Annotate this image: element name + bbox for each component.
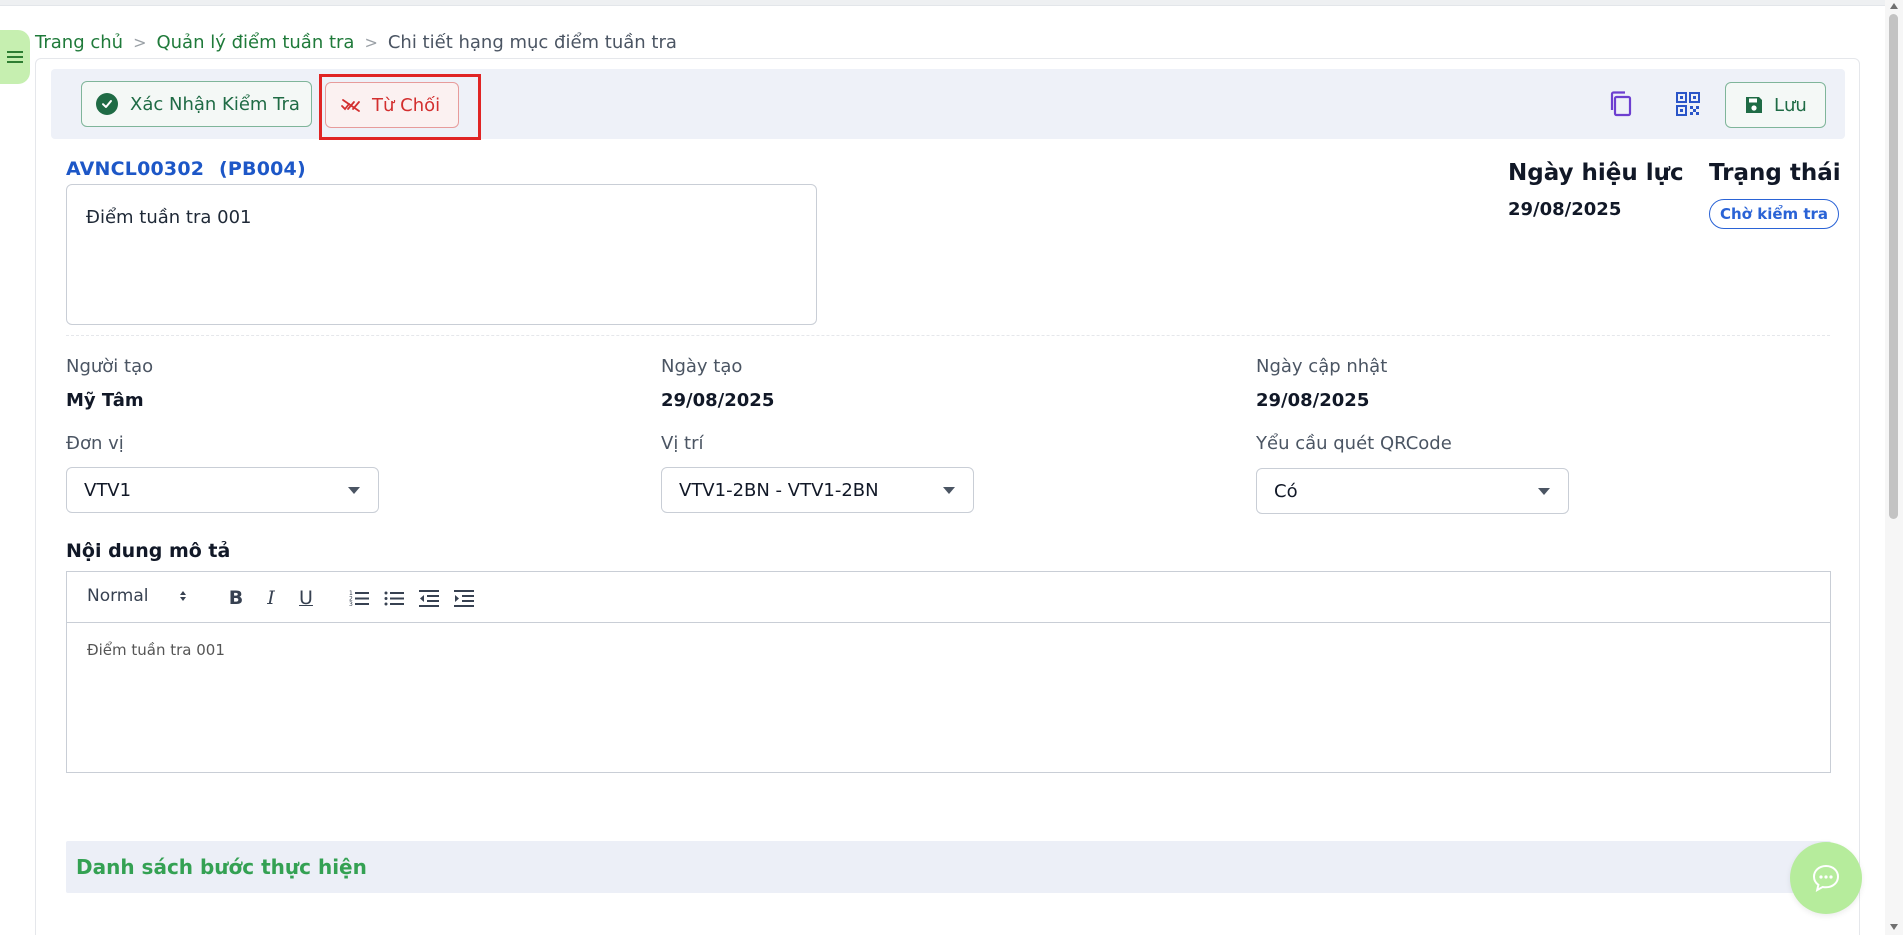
unit-select-value: VTV1: [84, 479, 132, 501]
ordered-list-icon: 1 2 3: [349, 590, 369, 607]
chat-icon: [1812, 864, 1840, 892]
chat-button[interactable]: [1790, 842, 1862, 914]
unit-select[interactable]: VTV1: [66, 467, 379, 513]
steps-title: Danh sách bước thực hiện: [76, 855, 367, 879]
action-toolbar: [51, 69, 1845, 139]
reject-icon: [340, 97, 362, 113]
breadcrumb: Trang chủ > Quản lý điểm tuần tra > Chi …: [35, 30, 677, 54]
qr-required-label: Yểu cầu quét QRCode: [1256, 433, 1452, 454]
effective-date-value: 29/08/2025: [1508, 199, 1622, 220]
reject-label: Từ Chối: [372, 94, 441, 116]
editor-toolbar: Normal B I U 1 2 3: [67, 572, 1830, 623]
scroll-up-icon[interactable]: [1890, 3, 1898, 9]
editor-content[interactable]: Điểm tuần tra 001: [87, 641, 225, 659]
section-divider: [66, 335, 1830, 336]
caret-down-icon: [943, 487, 955, 494]
copy-icon: [1610, 91, 1632, 117]
creator-value: Mỹ Tâm: [66, 390, 144, 411]
save-label: Lưu: [1774, 94, 1807, 116]
breadcrumb-patrol-management[interactable]: Quản lý điểm tuần tra: [156, 32, 354, 53]
vertical-scrollbar[interactable]: [1885, 0, 1903, 935]
save-icon: [1744, 95, 1764, 115]
qr-code-icon: [1676, 92, 1700, 116]
creator-label: Người tạo: [66, 356, 154, 377]
caret-down-icon: [1538, 488, 1550, 495]
indent-icon: [454, 590, 474, 607]
outdent-icon: [419, 590, 439, 607]
created-date-value: 29/08/2025: [661, 390, 775, 411]
item-code-suffix: (PB004): [219, 158, 306, 180]
scroll-down-icon[interactable]: [1890, 924, 1898, 930]
updown-icon: [179, 590, 187, 602]
italic-button[interactable]: I: [259, 586, 283, 610]
breadcrumb-separator: >: [133, 32, 147, 52]
check-circle-icon: [96, 93, 118, 115]
scroll-thumb[interactable]: [1889, 14, 1898, 519]
location-label: Vị trí: [661, 433, 704, 454]
menu-toggle-button[interactable]: [0, 30, 30, 84]
qr-code-button[interactable]: [1672, 88, 1704, 120]
item-name-textarea[interactable]: Điểm tuần tra 001: [66, 184, 817, 325]
bullet-list-icon: [384, 591, 404, 606]
description-label: Nội dung mô tả: [66, 540, 231, 562]
created-date-label: Ngày tạo: [661, 356, 743, 377]
qr-required-select[interactable]: Có: [1256, 468, 1569, 514]
updated-date-value: 29/08/2025: [1256, 390, 1370, 411]
format-select[interactable]: Normal: [87, 586, 187, 606]
top-bar: [0, 0, 1885, 6]
breadcrumb-current: Chi tiết hạng mục điểm tuần tra: [387, 31, 677, 53]
reject-button[interactable]: Từ Chối: [325, 82, 459, 128]
bullet-list-button[interactable]: [382, 586, 406, 610]
outdent-button[interactable]: [417, 586, 441, 610]
item-code: AVNCL00302 (PB004): [66, 158, 306, 180]
rich-text-editor: Normal B I U 1 2 3 Điểm tuần tra 001: [66, 571, 1831, 773]
bold-button[interactable]: B: [224, 586, 248, 610]
indent-button[interactable]: [452, 586, 476, 610]
format-select-value: Normal: [87, 586, 149, 606]
confirm-inspection-label: Xác Nhận Kiểm Tra: [130, 93, 300, 115]
hamburger-icon: [7, 51, 23, 63]
qr-required-select-value: Có: [1274, 480, 1298, 502]
svg-text:3: 3: [349, 601, 353, 607]
status-label: Trạng thái: [1709, 160, 1841, 186]
breadcrumb-separator: >: [364, 32, 378, 52]
item-code-value: AVNCL00302: [66, 158, 205, 180]
status-badge: Chờ kiểm tra: [1709, 199, 1840, 229]
caret-down-icon: [348, 487, 360, 494]
confirm-inspection-button[interactable]: Xác Nhận Kiểm Tra: [81, 81, 312, 127]
copy-button[interactable]: [1605, 88, 1637, 120]
save-button[interactable]: Lưu: [1725, 82, 1826, 128]
unit-label: Đơn vị: [66, 433, 124, 454]
breadcrumb-home[interactable]: Trang chủ: [35, 32, 123, 53]
ordered-list-button[interactable]: 1 2 3: [347, 586, 371, 610]
location-select[interactable]: VTV1-2BN - VTV1-2BN: [661, 467, 974, 513]
updated-date-label: Ngày cập nhật: [1256, 356, 1388, 377]
location-select-value: VTV1-2BN - VTV1-2BN: [679, 479, 879, 501]
steps-section-header: Danh sách bước thực hiện: [66, 841, 1831, 893]
underline-button[interactable]: U: [294, 586, 318, 610]
effective-date-label: Ngày hiệu lực: [1508, 160, 1684, 186]
